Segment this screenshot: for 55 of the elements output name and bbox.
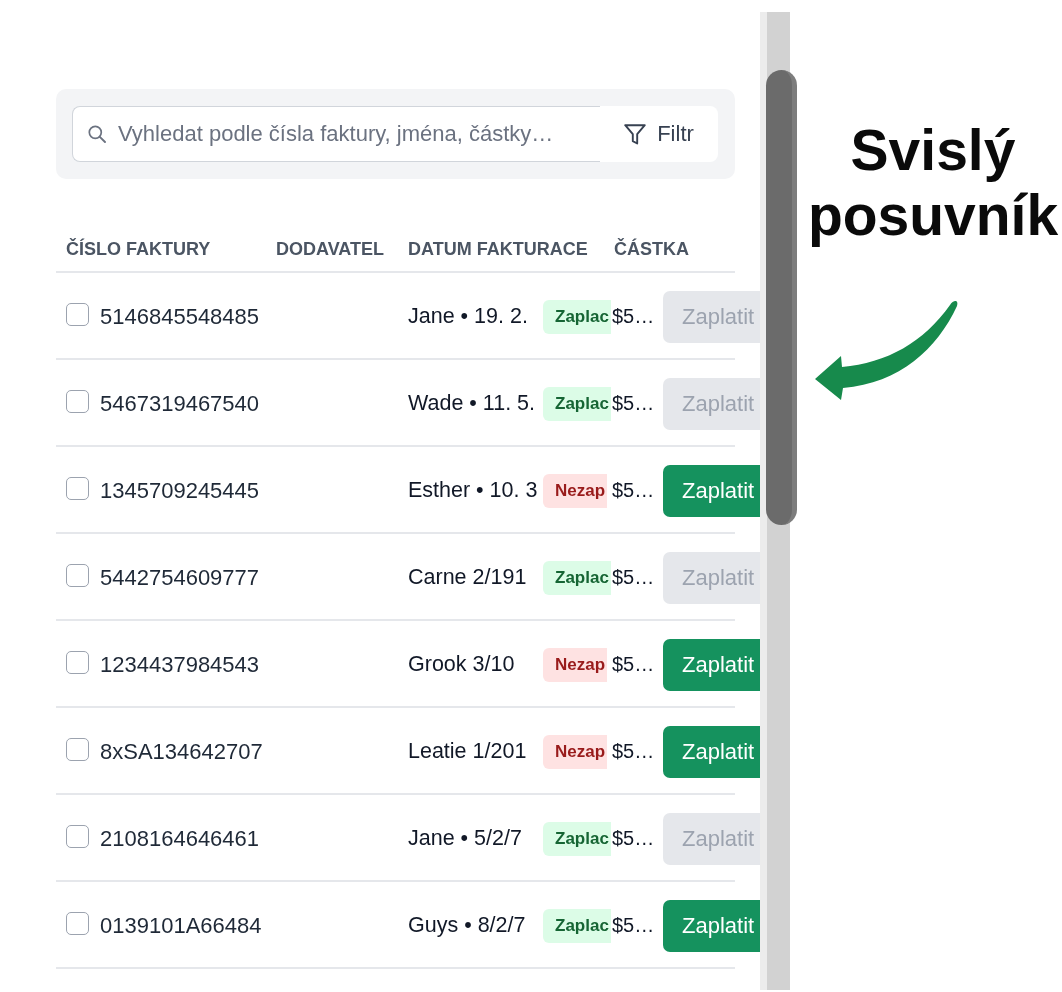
amount: $5… bbox=[612, 653, 655, 676]
pay-button[interactable]: Zaplatit bbox=[663, 725, 760, 778]
supplier-date: Jane • 5/2/7 bbox=[408, 826, 522, 851]
status-badge: Nezap bbox=[543, 734, 608, 769]
column-header: DODAVATEL bbox=[276, 239, 384, 260]
pay-button[interactable]: Zaplatit bbox=[663, 638, 760, 691]
amount: $5… bbox=[612, 740, 655, 763]
invoice-number: 5442754609777 bbox=[100, 564, 260, 591]
status-badge: Nezap bbox=[543, 473, 608, 508]
pay-button[interactable]: Zaplatit bbox=[663, 464, 760, 517]
supplier-date: Carne 2/191 bbox=[408, 565, 527, 590]
column-header: ČÁSTKA bbox=[614, 239, 689, 260]
status-badge: Zaplac bbox=[543, 560, 611, 595]
invoice-number: 5467319467540 bbox=[100, 390, 260, 417]
filter-button[interactable]: Filtr bbox=[600, 106, 718, 162]
checkbox[interactable] bbox=[66, 651, 89, 674]
status-badge: Zaplac bbox=[543, 821, 611, 856]
amount: $5… bbox=[612, 392, 655, 415]
scrollbar-thumb[interactable] bbox=[766, 70, 797, 525]
status-badge: Nezap bbox=[543, 647, 608, 682]
checkbox[interactable] bbox=[66, 564, 89, 587]
supplier-date: Grook 3/10 bbox=[408, 652, 515, 677]
amount: $5… bbox=[612, 566, 655, 589]
pay-button[interactable]: Zaplatit bbox=[663, 899, 760, 952]
invoice-number: 2108164646461 bbox=[100, 825, 260, 852]
scrollbar-track[interactable] bbox=[760, 12, 797, 990]
status-badge: Zaplac bbox=[543, 386, 611, 421]
supplier-date: Leatie 1/201 bbox=[408, 739, 527, 764]
search-icon bbox=[88, 125, 106, 143]
annotation-label: Svislý posuvník bbox=[806, 118, 1060, 248]
supplier-date: Esther • 10. 3 bbox=[408, 478, 538, 503]
column-header: DATUM FAKTURACE bbox=[408, 239, 588, 260]
checkbox[interactable] bbox=[66, 825, 89, 848]
amount: $5… bbox=[612, 305, 655, 328]
amount: $5… bbox=[612, 827, 655, 850]
supplier-date: Guys • 8/2/7 bbox=[408, 913, 526, 938]
invoice-number: 8xSA134642707 bbox=[100, 738, 263, 765]
filter-icon bbox=[624, 123, 647, 145]
status-badge: Zaplac bbox=[543, 908, 611, 943]
checkbox[interactable] bbox=[66, 390, 89, 413]
invoice-number: 1345709245445 bbox=[100, 477, 260, 504]
column-header: ČÍSLO FAKTURY bbox=[66, 239, 211, 260]
checkbox[interactable] bbox=[66, 738, 89, 761]
amount: $5… bbox=[612, 914, 655, 937]
checkbox[interactable] bbox=[66, 477, 89, 500]
supplier-date: Jane • 19. 2. bbox=[408, 304, 528, 329]
invoice-number: 0139101A66484 bbox=[100, 912, 262, 939]
checkbox[interactable] bbox=[66, 912, 89, 935]
supplier-date: Wade • 11. 5. bbox=[408, 391, 536, 416]
invoice-number: 1234437984543 bbox=[100, 651, 260, 678]
status-badge: Zaplac bbox=[543, 299, 611, 334]
checkbox[interactable] bbox=[66, 303, 89, 326]
search-field[interactable]: Vyhledat podle čísla faktury, jména, částky… bbox=[72, 106, 600, 162]
amount: $5… bbox=[612, 479, 655, 502]
invoice-number: 5146845548485 bbox=[100, 303, 260, 330]
